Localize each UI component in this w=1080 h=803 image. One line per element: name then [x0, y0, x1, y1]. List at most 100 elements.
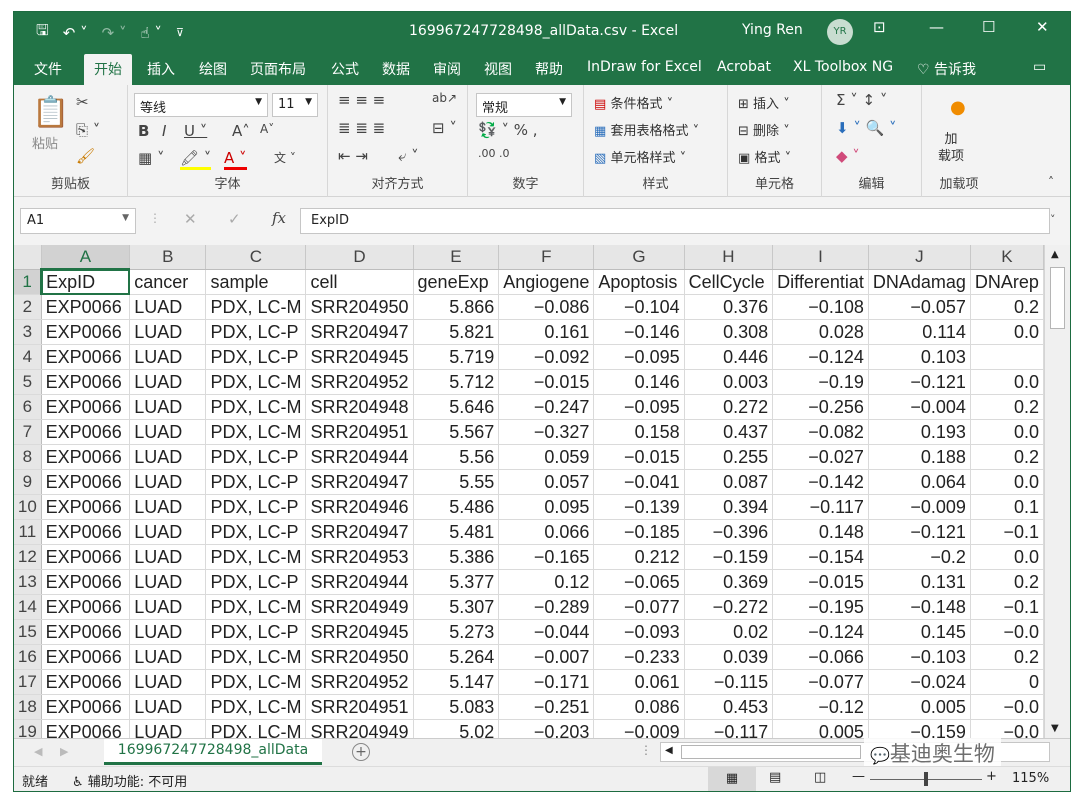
cell[interactable]: LUAD	[129, 719, 207, 738]
cell[interactable]: −0.077	[772, 669, 869, 695]
row-header[interactable]: 15	[14, 619, 42, 645]
scroll-down-icon[interactable]: ▼	[1051, 723, 1059, 734]
cell[interactable]: EXP0066	[41, 519, 131, 545]
cell[interactable]: 0.028	[772, 319, 869, 345]
row-header[interactable]: 8	[14, 444, 42, 470]
cell[interactable]: SRR204952	[305, 669, 414, 695]
cell[interactable]: 0.2	[970, 294, 1044, 320]
tab-view[interactable]: 视图	[484, 59, 512, 79]
cell[interactable]: 0.188	[868, 444, 971, 470]
cell[interactable]: −0.117	[772, 494, 869, 520]
wrap-text-icon[interactable]: ⤶ ˅	[398, 147, 419, 165]
row-header[interactable]: 18	[14, 694, 42, 720]
zoom-out-icon[interactable]: —	[852, 769, 865, 784]
collapse-ribbon-icon[interactable]: ˄	[1048, 175, 1054, 189]
cell[interactable]: 0.148	[772, 519, 869, 545]
cell[interactable]: EXP0066	[41, 444, 131, 470]
align-top-icon[interactable]: ≡ ≡ ≡	[338, 91, 385, 109]
user-name[interactable]: Ying Ren	[742, 22, 803, 38]
cell[interactable]: PDX, LC-M	[205, 419, 307, 445]
normal-view-icon[interactable]: ▦	[708, 767, 756, 791]
page-layout-view-icon[interactable]: ▤	[769, 770, 781, 785]
column-header[interactable]: C	[205, 245, 307, 270]
cell[interactable]: EXP0066	[41, 719, 131, 738]
cell[interactable]: EXP0066	[41, 419, 131, 445]
scroll-left-icon[interactable]: ◀	[665, 745, 673, 756]
cell[interactable]: 0.255	[684, 444, 774, 470]
row-header[interactable]: 19	[14, 719, 42, 738]
column-header[interactable]: F	[498, 245, 595, 270]
add-sheet-icon[interactable]: +	[352, 743, 370, 761]
cell[interactable]: EXP0066	[41, 644, 131, 670]
customize-qat-icon[interactable]: ⊽	[176, 26, 184, 39]
cell[interactable]: SRR204952	[305, 369, 414, 395]
cell[interactable]: SRR204945	[305, 344, 414, 370]
cell[interactable]: LUAD	[129, 419, 207, 445]
phonetic-icon[interactable]: 文 ˅	[274, 149, 296, 166]
cell[interactable]: LUAD	[129, 569, 207, 595]
comments-icon[interactable]: ▭	[1033, 59, 1046, 75]
cell[interactable]: −0.007	[498, 644, 595, 670]
cell[interactable]: −0.203	[498, 719, 595, 738]
cell[interactable]: 0.061	[593, 669, 685, 695]
cell[interactable]: 0.12	[498, 569, 595, 595]
cell[interactable]: −0.124	[772, 344, 869, 370]
cell[interactable]: 0.039	[684, 644, 774, 670]
tab-review[interactable]: 审阅	[433, 59, 461, 79]
cell[interactable]: 5.02	[413, 719, 500, 738]
accessibility-status[interactable]: ♿ 辅助功能: 不可用	[72, 771, 187, 790]
cell[interactable]: SRR204947	[305, 469, 414, 495]
font-name-dropdown[interactable]: 等线 ▼	[134, 93, 268, 117]
formula-input[interactable]: ExpID	[300, 208, 1050, 234]
cell[interactable]: PDX, LC-P	[205, 519, 307, 545]
cell[interactable]: EXP0066	[41, 294, 131, 320]
copy-icon[interactable]: ⎘ ˅	[76, 121, 100, 139]
underline-icon[interactable]: U ˅	[184, 122, 207, 140]
cell[interactable]: EXP0066	[41, 544, 131, 570]
cell[interactable]: SRR204950	[305, 294, 414, 320]
cell[interactable]: 5.377	[413, 569, 500, 595]
column-header[interactable]: B	[129, 245, 207, 270]
cell[interactable]: −0.015	[498, 369, 595, 395]
cell[interactable]: LUAD	[129, 594, 207, 620]
row-header[interactable]: 16	[14, 644, 42, 670]
cell[interactable]: 0.114	[868, 319, 971, 345]
cell[interactable]: −0.0	[970, 719, 1044, 738]
cell[interactable]: geneExp	[413, 269, 500, 295]
row-header[interactable]: 9	[14, 469, 42, 495]
cell[interactable]: LUAD	[129, 669, 207, 695]
cell[interactable]: Angiogene	[498, 269, 595, 295]
format-painter-icon[interactable]: 🖌	[76, 147, 95, 165]
cell[interactable]: EXP0066	[41, 394, 131, 420]
font-color-icon[interactable]: A ˅	[224, 149, 247, 170]
cell[interactable]: −0.015	[593, 444, 685, 470]
cell[interactable]: −0.104	[593, 294, 685, 320]
sheet-tab[interactable]: 169967247728498_allData	[104, 739, 322, 765]
cell[interactable]: LUAD	[129, 619, 207, 645]
tab-formulas[interactable]: 公式	[331, 59, 359, 79]
cell[interactable]: DNArep	[970, 269, 1044, 295]
cell[interactable]: 0.0	[970, 319, 1044, 345]
merge-center-icon[interactable]: ⊟ ˅	[432, 119, 457, 137]
cell[interactable]: −0.121	[868, 519, 971, 545]
cell[interactable]: SRR204947	[305, 519, 414, 545]
cell[interactable]: LUAD	[129, 344, 207, 370]
cell[interactable]: 0.145	[868, 619, 971, 645]
cell[interactable]: −0.142	[772, 469, 869, 495]
row-header[interactable]: 14	[14, 594, 42, 620]
font-size-dropdown[interactable]: 11 ▼	[272, 93, 318, 117]
cell[interactable]: SRR204949	[305, 719, 414, 738]
zoom-in-icon[interactable]: +	[986, 769, 997, 784]
cell[interactable]: 0.057	[498, 469, 595, 495]
cell[interactable]: sample	[205, 269, 307, 295]
cell[interactable]: 5.386	[413, 544, 500, 570]
row-header[interactable]: 7	[14, 419, 42, 445]
cell[interactable]: −0.12	[772, 694, 869, 720]
cell[interactable]: 0.2	[970, 644, 1044, 670]
cell[interactable]: 0.005	[772, 719, 869, 738]
select-all-corner[interactable]	[14, 245, 42, 270]
cell[interactable]: 0.131	[868, 569, 971, 595]
cell[interactable]: −0.159	[868, 719, 971, 738]
row-header[interactable]: 4	[14, 344, 42, 370]
tab-data[interactable]: 数据	[382, 59, 410, 79]
